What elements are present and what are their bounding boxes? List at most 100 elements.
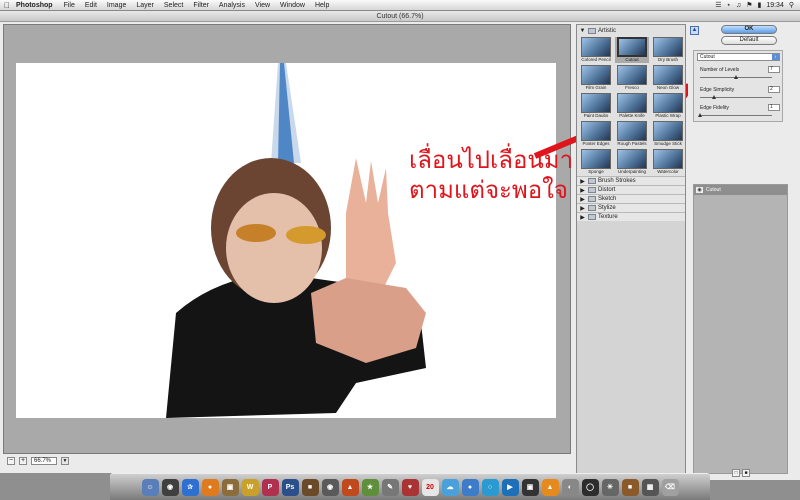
app-icon[interactable]: ◉ <box>321 478 339 496</box>
trash-icon[interactable]: ⌫ <box>661 478 679 496</box>
zoom-dropdown-icon[interactable]: ▼ <box>61 456 69 465</box>
zoom-in-button[interactable]: + <box>19 456 27 465</box>
dashboard-icon[interactable]: ◉ <box>161 478 179 496</box>
delete-effect-layer-icon[interactable]: ■ <box>742 469 750 477</box>
app-menu[interactable]: Photoshop <box>14 2 59 9</box>
filter-select[interactable]: Cutout ↕ <box>697 53 780 61</box>
select-arrows-icon: ↕ <box>772 54 779 60</box>
menu-help[interactable]: Help <box>310 2 334 9</box>
app-icon[interactable]: ☀ <box>601 478 619 496</box>
category-label: Distort <box>598 187 616 193</box>
category-stylize[interactable]: ▶ Stylize <box>577 203 685 212</box>
filter-thumb-sponge[interactable]: Sponge <box>579 149 613 175</box>
category-sketch[interactable]: ▶ Sketch <box>577 194 685 203</box>
category-brush-strokes[interactable]: ▶ Brush Strokes <box>577 176 685 185</box>
filter-thumb-dry-brush[interactable]: Dry Brush <box>651 37 685 63</box>
filter-thumb-rough-pastels[interactable]: Rough Pastels <box>615 121 649 147</box>
calendar-icon[interactable]: 20 <box>421 478 439 496</box>
effect-layer-row[interactable]: ◉ Cutout <box>694 185 787 195</box>
app-icon[interactable]: ● <box>461 478 479 496</box>
app-icon[interactable]: ■ <box>301 478 319 496</box>
param-label: Edge Simplicity <box>700 87 735 93</box>
filter-browser: ▼ Artistic Colored Pencil Cutout Dry Bru… <box>576 24 686 480</box>
menu-select[interactable]: Select <box>159 2 188 9</box>
apple-icon[interactable]:  <box>0 1 14 10</box>
slider-knob[interactable] <box>712 95 717 99</box>
app-icon[interactable]: ◐ <box>561 478 579 496</box>
slider-track[interactable] <box>700 97 772 98</box>
preview-area[interactable]: เลื่อนไปเลื่อนมา ตามแต่จะพอใจ <box>3 24 573 454</box>
filter-thumb-film-grain[interactable]: Film Grain <box>579 65 613 91</box>
word-app-icon[interactable]: W <box>241 478 259 496</box>
param-value-field[interactable]: 1 <box>768 104 780 111</box>
filter-thumb-colored-pencil[interactable]: Colored Pencil <box>579 37 613 63</box>
menu-edit[interactable]: Edit <box>80 2 102 9</box>
slider-track[interactable] <box>700 115 772 116</box>
slider-knob[interactable] <box>698 113 702 117</box>
app-icon[interactable]: ▣ <box>521 478 539 496</box>
vlc-icon[interactable]: ▲ <box>541 478 559 496</box>
clock[interactable]: 19:34 <box>766 2 784 9</box>
menu-analysis[interactable]: Analysis <box>214 2 250 9</box>
safari-icon[interactable]: ✰ <box>181 478 199 496</box>
ps-app-icon[interactable]: P <box>261 478 279 496</box>
app-icon[interactable]: ○ <box>481 478 499 496</box>
filter-label: Neon Glow <box>656 85 680 90</box>
new-effect-layer-icon[interactable]: □ <box>732 469 740 477</box>
app-icon[interactable]: ▶ <box>501 478 519 496</box>
volume-icon[interactable]: ♫ <box>736 2 741 9</box>
menu-view[interactable]: View <box>250 2 275 9</box>
firefox-icon[interactable]: ● <box>201 478 219 496</box>
filter-thumb-cutout[interactable]: Cutout <box>615 37 649 63</box>
filter-thumb-fresco[interactable]: Fresco <box>615 65 649 91</box>
wifi-icon[interactable]: ☰ <box>715 1 721 9</box>
app-icon[interactable]: ■ <box>621 478 639 496</box>
param-value-field[interactable]: 7 <box>768 66 780 73</box>
app-icon[interactable]: ♥ <box>401 478 419 496</box>
filter-label: Smudge Stick <box>654 141 682 146</box>
category-texture[interactable]: ▶ Texture <box>577 212 685 221</box>
disclosure-closed-icon: ▶ <box>580 196 585 203</box>
filter-thumb-neon-glow[interactable]: Neon Glow <box>651 65 685 91</box>
category-header-artistic[interactable]: ▼ Artistic <box>579 26 683 35</box>
app-icon[interactable]: ★ <box>361 478 379 496</box>
app-icon[interactable]: ◯ <box>581 478 599 496</box>
photoshop-icon[interactable]: Ps <box>281 478 299 496</box>
filter-label: Rough Pastels <box>617 141 647 146</box>
thumbnail-image <box>617 37 647 57</box>
filter-thumb-underpainting[interactable]: Underpainting <box>615 149 649 175</box>
default-button[interactable]: Default <box>721 36 777 45</box>
app-icon[interactable]: ▲ <box>341 478 359 496</box>
menu-filter[interactable]: Filter <box>188 2 214 9</box>
thumbnail-image <box>581 37 611 57</box>
photo-app-icon[interactable]: ▣ <box>221 478 239 496</box>
zoom-out-button[interactable]: − <box>7 456 15 465</box>
category-label: Stylize <box>598 205 616 211</box>
param-value-field[interactable]: 2 <box>768 86 780 93</box>
filter-thumb-poster-edges[interactable]: Poster Edges <box>579 121 613 147</box>
menu-image[interactable]: Image <box>102 2 131 9</box>
bluetooth-icon[interactable]: ⋆ <box>727 1 731 9</box>
finder-icon[interactable]: ☺ <box>141 478 159 496</box>
collapse-gallery-icon[interactable]: ▲ <box>690 26 699 35</box>
menu-file[interactable]: File <box>59 2 80 9</box>
stack-icon[interactable]: ▦ <box>641 478 659 496</box>
spotlight-icon[interactable]: ⚲ <box>789 1 794 9</box>
slider-knob[interactable] <box>734 75 738 79</box>
filter-thumb-plastic-wrap[interactable]: Plastic Wrap <box>651 93 685 119</box>
filter-thumb-smudge-stick[interactable]: Smudge Stick <box>651 121 685 147</box>
thumbnail-image <box>653 93 683 113</box>
eye-icon[interactable]: ◉ <box>696 187 703 193</box>
zoom-field[interactable]: 66.7% <box>31 456 57 465</box>
filter-thumb-paint-daubs[interactable]: Paint Daubs <box>579 93 613 119</box>
filter-thumb-watercolor[interactable]: Watercolor <box>651 149 685 175</box>
ok-button[interactable]: OK <box>721 25 777 34</box>
battery-icon[interactable]: ▮ <box>757 1 761 9</box>
flag-icon[interactable]: ⚑ <box>746 1 752 9</box>
filter-thumb-palette-knife[interactable]: Palette Knife <box>615 93 649 119</box>
pencil-app-icon[interactable]: ✎ <box>381 478 399 496</box>
menu-layer[interactable]: Layer <box>131 2 159 9</box>
category-distort[interactable]: ▶ Distort <box>577 185 685 194</box>
app-icon[interactable]: ☁ <box>441 478 459 496</box>
menu-window[interactable]: Window <box>275 2 310 9</box>
